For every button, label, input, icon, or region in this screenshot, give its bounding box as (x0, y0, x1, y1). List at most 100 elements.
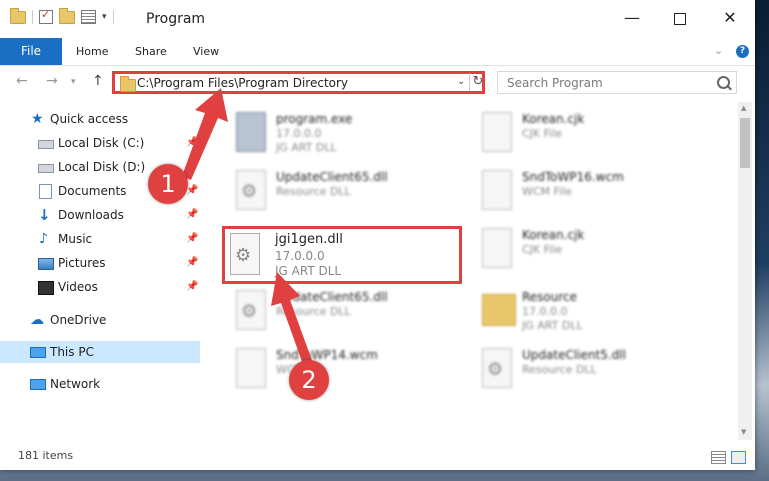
file-name: UpdateClient65.dll (276, 170, 388, 184)
sidebar-item-label: Videos (58, 280, 98, 294)
file-item[interactable]: Resource 17.0.0.0 JG ART DLL (464, 284, 694, 342)
tab-share[interactable]: Share (135, 38, 167, 65)
file-icon (482, 228, 512, 268)
folder-icon (482, 294, 516, 326)
file-type: Resource DLL (522, 363, 597, 376)
file-name: jgi1gen.dll (275, 232, 343, 247)
file-item[interactable]: UpdateClient65.dll Resource DLL (218, 164, 448, 222)
file-name: UpdateClient65.dll (276, 290, 388, 304)
navigation-bar: ← → ▾ ↑ C:\Program Files\Program Directo… (0, 66, 755, 99)
dll-icon (236, 170, 266, 210)
customize-toolbar-chevron-icon[interactable]: ▾ (102, 12, 107, 22)
star-icon: ★ (31, 111, 44, 127)
file-name: UpdateClient5.dll (522, 348, 626, 362)
sidebar-item-label: Local Disk (D:) (58, 160, 146, 174)
sidebar-item-label: This PC (50, 345, 94, 359)
music-icon: ♪ (39, 231, 48, 247)
sidebar-item-label: Local Disk (C:) (58, 136, 145, 150)
address-dropdown-chevron-icon[interactable]: ⌄ (457, 76, 465, 87)
pin-icon[interactable]: 📌 (186, 228, 198, 250)
tab-home[interactable]: Home (76, 38, 108, 65)
computer-icon (30, 347, 46, 358)
address-bar[interactable]: C:\Program Files\Program Directory ⌄ ↻ (112, 71, 485, 94)
pin-icon[interactable]: 📌 (186, 156, 198, 178)
network-icon (30, 379, 46, 390)
sidebar-item-network[interactable]: Network (0, 373, 200, 395)
file-item[interactable]: UpdateClient65.dll Resource DLL (218, 284, 448, 342)
maximize-button[interactable] (660, 6, 700, 30)
file-type: WCM File (522, 185, 572, 198)
scrollbar-thumb[interactable] (740, 118, 750, 168)
sidebar-item-music[interactable]: ♪ Music 📌 (0, 228, 200, 250)
file-name: program.exe (276, 112, 353, 126)
sidebar-item-label: Pictures (58, 256, 106, 270)
navigation-pane: ★ Quick access Local Disk (C:) 📌 Local D… (0, 102, 205, 440)
maximize-icon (674, 12, 686, 25)
sidebar-item-downloads[interactable]: ↓ Downloads 📌 (0, 204, 200, 226)
highlighted-file-item[interactable]: jgi1gen.dll 17.0.0.0 JG ART DLL (222, 226, 462, 284)
sidebar-item-label: OneDrive (50, 313, 107, 327)
file-item[interactable]: SndToWP14.wcm WCM File (218, 342, 448, 400)
refresh-icon[interactable]: ↻ (469, 73, 486, 91)
file-item[interactable]: UpdateClient5.dll Resource DLL (464, 342, 694, 400)
file-version: 17.0.0.0 (275, 249, 325, 263)
file-icon (482, 112, 512, 152)
file-item[interactable]: SndToWP16.wcm WCM File (464, 164, 694, 222)
window-title: Program (146, 11, 206, 27)
sidebar-item-videos[interactable]: Videos 📌 (0, 276, 200, 298)
toolbar-separator (112, 10, 114, 24)
close-button[interactable]: ✕ (710, 6, 750, 30)
back-arrow-icon[interactable]: ← (16, 73, 28, 89)
tiles-view-icon[interactable] (731, 451, 746, 464)
file-type: Resource DLL (276, 305, 351, 318)
sidebar-item-this-pc[interactable]: This PC (0, 341, 200, 363)
expand-ribbon-chevron-icon[interactable]: ⌄ (714, 44, 723, 57)
pin-icon[interactable]: 📌 (186, 204, 198, 226)
minimize-button[interactable]: — (612, 6, 652, 30)
scroll-up-icon[interactable]: ▲ (741, 104, 746, 112)
sidebar-item-pictures[interactable]: Pictures 📌 (0, 252, 200, 274)
details-view-icon[interactable] (711, 451, 726, 464)
sidebar-item-onedrive[interactable]: ☁ OneDrive (0, 309, 200, 331)
sidebar-item-local-disk-c[interactable]: Local Disk (C:) 📌 (0, 132, 200, 154)
pin-icon[interactable]: 📌 (186, 252, 198, 274)
properties-check-icon[interactable] (39, 8, 53, 24)
dll-icon (236, 290, 266, 330)
pictures-icon (38, 258, 54, 270)
properties-icon[interactable] (81, 10, 96, 24)
file-tab[interactable]: File (0, 38, 62, 65)
search-icon[interactable] (717, 76, 730, 89)
file-type: CJK File (522, 127, 563, 140)
minimize-icon: — (624, 8, 640, 27)
file-item[interactable]: Korean.cjk CJK File (464, 222, 694, 280)
file-item[interactable]: Korean.cjk CJK File (464, 106, 694, 164)
step-1-badge: 1 (148, 164, 188, 204)
file-version: 17.0.0.0 (276, 127, 322, 140)
vertical-scrollbar[interactable]: ▲ ▼ (738, 102, 752, 440)
step-2-badge: 2 (289, 360, 329, 400)
toolbar-separator (32, 10, 33, 24)
sidebar-item-quick-access[interactable]: ★ Quick access (0, 108, 200, 130)
search-input[interactable]: Search Program (497, 71, 737, 94)
up-arrow-icon[interactable]: ↑ (92, 73, 104, 89)
pin-icon[interactable]: 📌 (186, 276, 198, 298)
file-item[interactable]: program.exe 17.0.0.0 JG ART DLL (218, 106, 448, 164)
scroll-down-icon[interactable]: ▼ (741, 428, 746, 436)
file-description: JG ART DLL (522, 319, 583, 332)
documents-icon (39, 184, 52, 199)
forward-arrow-icon[interactable]: → (46, 73, 58, 89)
recent-locations-chevron-icon[interactable]: ▾ (71, 77, 76, 87)
address-path[interactable]: C:\Program Files\Program Directory (137, 76, 348, 90)
tab-view[interactable]: View (193, 38, 219, 65)
help-icon[interactable]: ? (736, 45, 749, 58)
download-icon: ↓ (38, 206, 51, 224)
pin-icon[interactable]: 📌 (186, 132, 198, 154)
drive-icon (38, 140, 54, 149)
sidebar-item-label: Network (50, 377, 101, 391)
exe-icon (236, 112, 266, 152)
quick-access-toolbar: ▾ (10, 7, 114, 24)
sidebar-item-label: Documents (58, 184, 127, 198)
file-type: CJK File (522, 243, 563, 256)
new-folder-icon[interactable] (59, 7, 75, 24)
file-description: JG ART DLL (275, 264, 342, 278)
